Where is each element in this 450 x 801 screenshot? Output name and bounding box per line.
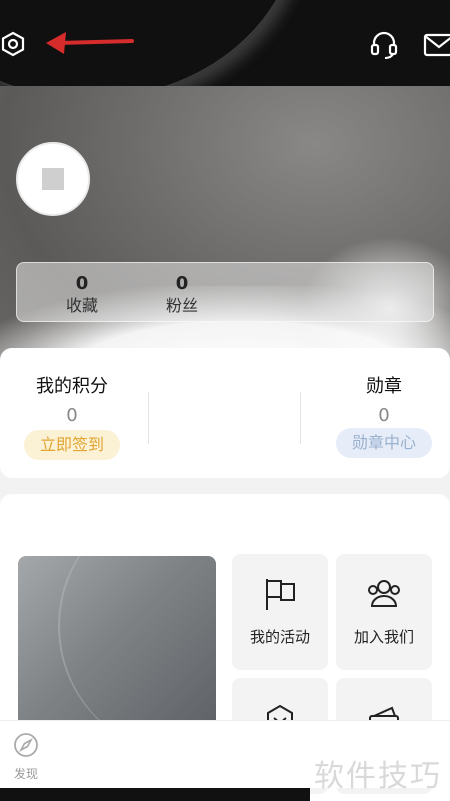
settings-button[interactable] [0, 30, 26, 58]
fans-count: 0 [175, 273, 189, 294]
my-activities-tile[interactable]: 我的活动 [232, 554, 328, 670]
banner-arc [58, 556, 216, 731]
my-points[interactable]: 我的积分 0 [30, 376, 114, 428]
profile-header: 0 收藏 0 粉丝 [0, 86, 450, 376]
gear-hex-icon [1, 31, 25, 57]
avatar[interactable] [16, 142, 90, 216]
tile-label: 加入我们 [353, 628, 414, 646]
mail-icon [423, 33, 450, 57]
sign-in-button[interactable]: 立即签到 [24, 430, 120, 460]
promo-banner[interactable] [18, 556, 216, 731]
message-button[interactable] [422, 32, 450, 58]
customer-service-icon [370, 31, 398, 59]
tile-label: 我的活动 [249, 628, 310, 646]
bottom-strip [0, 788, 310, 801]
top-bar [0, 0, 450, 86]
bottom-nav: 发现 软件技巧 [0, 720, 450, 794]
medals[interactable]: 勋章 0 [336, 376, 432, 428]
nav-discover-label: 发现 [13, 767, 38, 781]
flag-icon [266, 579, 295, 610]
medal-center-button[interactable]: 勋章中心 [336, 428, 432, 458]
group-icon [368, 580, 400, 607]
medals-value: 0 [378, 405, 390, 426]
favorites-count: 0 [75, 273, 89, 294]
watermark: 软件技巧 [314, 759, 442, 794]
favorites-label: 收藏 [65, 296, 98, 315]
stats-card: 0 收藏 0 粉丝 [16, 262, 434, 322]
annotation-arrow-icon [46, 32, 134, 54]
fans-stat[interactable]: 0 粉丝 [147, 273, 217, 317]
favorites-stat[interactable]: 0 收藏 [47, 273, 117, 317]
medals-title: 勋章 [366, 376, 402, 397]
points-title: 我的积分 [36, 376, 108, 397]
divider [148, 392, 149, 444]
divider [300, 392, 301, 444]
avatar-placeholder-icon [42, 168, 64, 190]
fans-label: 粉丝 [165, 296, 198, 315]
join-us-tile[interactable]: 加入我们 [336, 554, 432, 670]
customer-service-button[interactable] [368, 28, 400, 60]
nav-discover[interactable]: 发现 [8, 731, 44, 782]
points-value: 0 [66, 405, 78, 426]
compass-icon [14, 733, 38, 757]
